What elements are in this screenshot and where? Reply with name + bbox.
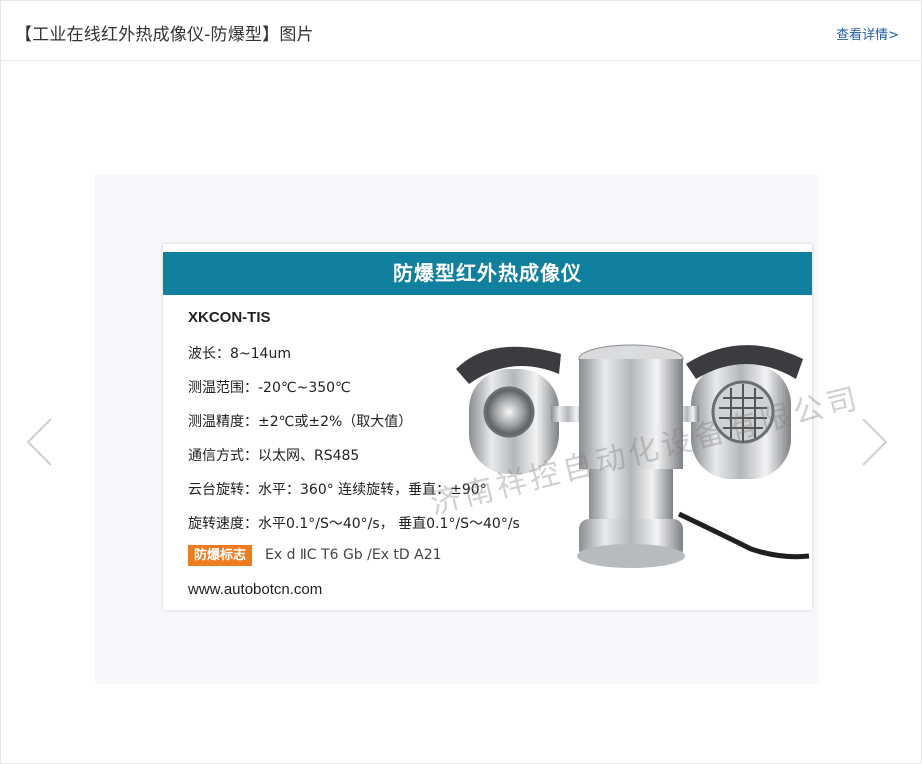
page-title: 【工业在线红外热成像仪-防爆型】图片: [15, 25, 314, 45]
left-lens: [483, 386, 535, 438]
view-details-link[interactable]: 查看详情>: [836, 24, 899, 43]
chevron-right-icon: [862, 418, 888, 466]
spec-label: 测温范围：: [188, 380, 258, 396]
spec-label: 通信方式：: [188, 448, 258, 464]
spec-wavelength: 波长：8~14um: [188, 343, 291, 363]
spec-label: 波长：: [188, 346, 230, 362]
spec-communication: 通信方式：以太网、RS485: [188, 445, 359, 465]
ex-mark-badge: 防爆标志: [188, 545, 253, 566]
viewer-header: 【工业在线红外热成像仪-防爆型】图片 查看详情>: [1, 1, 921, 61]
ex-mark-value: Ex d ⅡC T6 Gb /Ex tD A21: [265, 547, 442, 563]
product-image: 防爆型红外热成像仪 XKCON-TIS 波长：8~14um 测温范围：-20℃~…: [163, 244, 864, 610]
spec-label: 旋转速度：: [188, 516, 258, 532]
spec-label: 测温精度：: [188, 414, 258, 430]
product-banner: 防爆型红外热成像仪: [163, 252, 812, 295]
spec-value: 以太网、RS485: [258, 448, 360, 464]
spec-temp-range: 测温范围：-20℃~350℃: [188, 377, 351, 397]
chevron-left-icon: [26, 418, 52, 466]
next-image-button[interactable]: [859, 417, 889, 467]
prev-image-button[interactable]: [25, 417, 55, 467]
website-text: www.autobotcn.com: [188, 581, 323, 598]
spec-accuracy: 测温精度：±2℃或±2%（取大值）: [188, 411, 412, 431]
spec-value: -20℃~350℃: [258, 380, 351, 396]
spec-label: 云台旋转：: [188, 482, 258, 498]
product-model: XKCON-TIS: [188, 309, 271, 326]
spec-value: 8~14um: [230, 346, 291, 362]
spec-value: ±2℃或±2%（取大值）: [258, 414, 413, 430]
